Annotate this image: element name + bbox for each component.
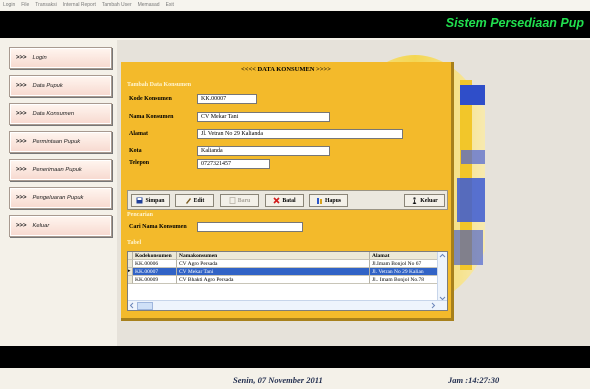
nav-label: Keluar xyxy=(32,223,50,229)
menu-exit[interactable]: Exit xyxy=(166,2,174,8)
menu-transaksi[interactable]: Transaksi xyxy=(35,2,57,8)
column-header[interactable]: Kodekonsumen xyxy=(133,252,177,260)
date-display: Senin, 07 November 2011 xyxy=(233,375,323,385)
nav-label: Data Pupuk xyxy=(32,83,63,89)
scroll-right-icon xyxy=(431,302,436,309)
column-header[interactable]: Namakonsumen xyxy=(177,252,370,260)
form-toolbar: Simpan Edit Baru Batal Hapus Keluar xyxy=(127,190,448,210)
new-document-icon xyxy=(229,197,236,204)
section-pencarian-title: Pencarian xyxy=(127,212,153,218)
table-header: Kodekonsumen Namakonsumen Alamat xyxy=(128,252,438,260)
form-caption: <<<< DATA KONSUMEN >>>> xyxy=(241,66,331,73)
edit-button[interactable]: Edit xyxy=(175,194,214,207)
kota-field[interactable]: Kalianda xyxy=(197,146,330,156)
nav-login-button[interactable]: >>> Login xyxy=(9,47,112,69)
clock-display: Jam :14:27:30 xyxy=(448,375,500,385)
nav-permintaan-pupuk-button[interactable]: >>> Permintaan Pupuk xyxy=(9,131,112,153)
kode-label: Kode Konsumen xyxy=(129,96,172,102)
nav-data-pupuk-button[interactable]: >>> Data Pupuk xyxy=(9,75,112,97)
footer-band xyxy=(0,346,590,368)
nav-label: Data Konsumen xyxy=(32,111,75,117)
telepon-label: Telepon xyxy=(129,160,150,166)
menu-internal-report[interactable]: Internal Report xyxy=(63,2,96,8)
menu-file[interactable]: File xyxy=(21,2,29,8)
search-input[interactable] xyxy=(197,222,303,232)
nav-keluar-button[interactable]: >>> Keluar xyxy=(9,215,112,237)
nav-label: Pengeluaran Pupuk xyxy=(32,195,84,201)
section-tabel-title: Tabel xyxy=(127,240,142,246)
nama-konsumen-field[interactable]: CV Mekar Tani xyxy=(197,112,330,122)
keluar-button[interactable]: Keluar xyxy=(404,194,445,207)
status-bar: Senin, 07 November 2011 Jam :14:27:30 xyxy=(0,369,590,389)
search-label: Cari Nama Konsumen xyxy=(129,224,187,230)
cancel-icon xyxy=(273,197,280,204)
baru-button[interactable]: Baru xyxy=(220,194,259,207)
nav-data-konsumen-button[interactable]: >>> Data Konsumen xyxy=(9,103,112,125)
batal-button[interactable]: Batal xyxy=(265,194,304,207)
menu-bar: Login File Transaksi Internal Report Tam… xyxy=(0,0,590,10)
alamat-field[interactable]: Jl. Vetran No 29 Kalianda xyxy=(197,129,403,139)
nav-pengeluaran-pupuk-button[interactable]: >>> Pengeluaran Pupuk xyxy=(9,187,112,209)
table-row[interactable]: KK.00009 CV Bhakti Agro Persada Jl.. Ima… xyxy=(128,276,438,284)
telepon-field[interactable]: 0727321457 xyxy=(197,159,270,169)
vertical-scrollbar[interactable] xyxy=(437,252,447,302)
exit-icon xyxy=(412,197,417,204)
header-banner: Sistem Persediaan Pup xyxy=(0,11,590,38)
nav-label: Login xyxy=(32,55,47,61)
nav-label: Permintaan Pupuk xyxy=(32,139,81,145)
menu-tambah-user[interactable]: Tambah User xyxy=(102,2,132,8)
menu-memasad[interactable]: Memasad xyxy=(138,2,160,8)
column-header[interactable]: Alamat xyxy=(370,252,438,260)
horizontal-scrollbar[interactable] xyxy=(128,300,447,310)
kode-konsumen-field[interactable]: KK.00007 xyxy=(197,94,257,104)
table-row-selected[interactable]: ▸ KK.00007 CV Mekar Tani Jl. Vetran No 2… xyxy=(128,268,438,276)
scroll-left-icon xyxy=(129,302,134,309)
sidebar-nav: >>> Login >>> Data Pupuk >>> Data Konsumen … xyxy=(9,47,112,243)
scroll-thumb[interactable] xyxy=(137,302,153,310)
simpan-button[interactable]: Simpan xyxy=(131,194,170,207)
section-tambah-title: Tambah Data Konsumen xyxy=(127,82,192,88)
nav-label: Penerimaan Pupuk xyxy=(32,167,82,173)
kota-label: Kota xyxy=(129,148,142,154)
hapus-button[interactable]: Hapus xyxy=(309,194,348,207)
delete-icon xyxy=(316,198,322,204)
table-row[interactable]: KK.00006 CV Agro Persada Jl.Imam Bonjol … xyxy=(128,260,438,268)
save-icon xyxy=(136,197,143,204)
data-konsumen-form: <<<< DATA KONSUMEN >>>> Tambah Data Kons… xyxy=(121,62,454,321)
nama-label: Nama Konsumen xyxy=(129,114,174,120)
konsumen-table[interactable]: Kodekonsumen Namakonsumen Alamat KK.0000… xyxy=(127,251,448,311)
nav-penerimaan-pupuk-button[interactable]: >>> Penerimaan Pupuk xyxy=(9,159,112,181)
alamat-label: Alamat xyxy=(129,131,148,137)
scroll-up-icon xyxy=(439,253,446,258)
app-title: Sistem Persediaan Pup xyxy=(445,16,584,30)
edit-icon xyxy=(185,198,191,204)
menu-login[interactable]: Login xyxy=(3,2,15,8)
